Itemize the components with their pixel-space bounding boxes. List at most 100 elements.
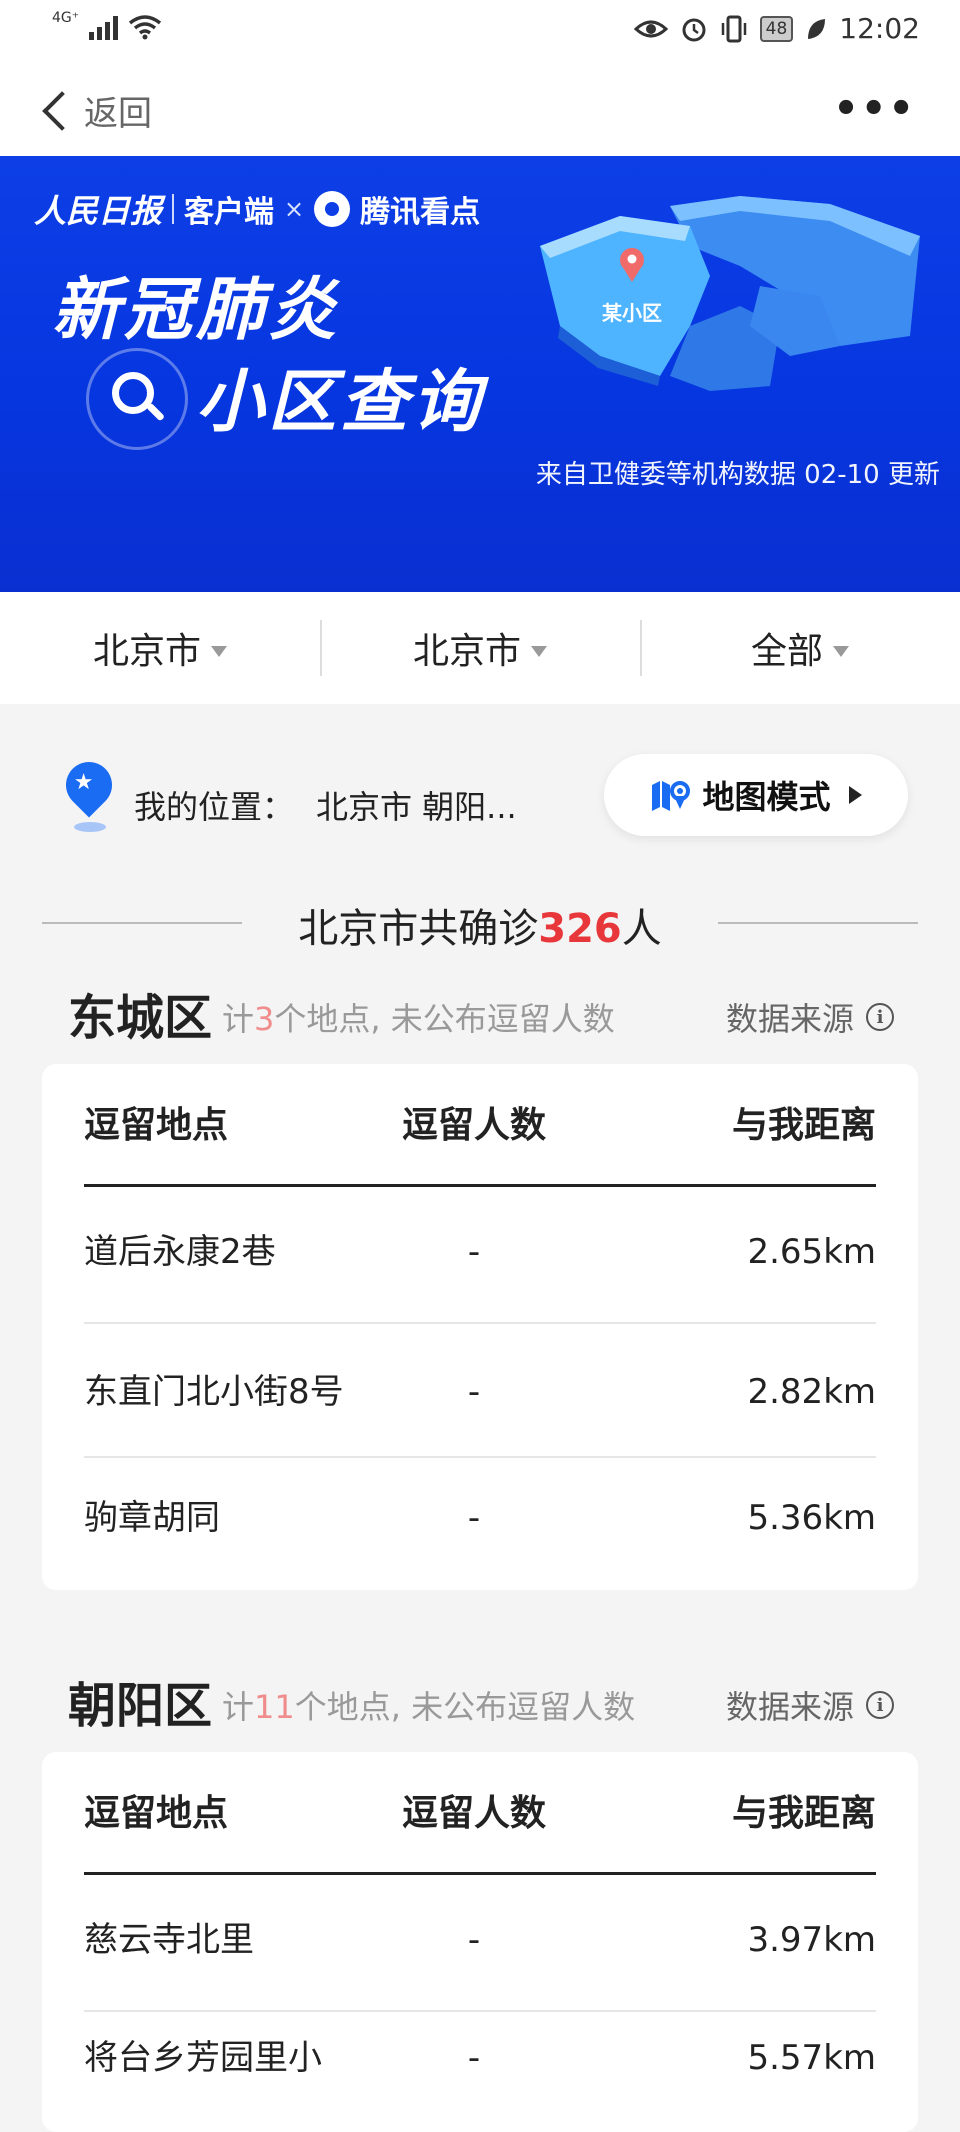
banner-title-line1: 新冠肺炎 (52, 271, 341, 350)
search-icon (112, 372, 154, 414)
map-mode-button[interactable]: 地图模式 (604, 754, 908, 836)
place-cell: 将台乡芳园里小 (84, 2038, 322, 2078)
data-source-link[interactable]: 数据来源 i (726, 994, 894, 1040)
signal-icon (89, 14, 119, 40)
total-suffix: 人 (621, 906, 662, 952)
people-cell: - (467, 2038, 481, 2078)
column-header-place: 逗留地点 (84, 1793, 229, 1834)
info-icon: i (866, 1003, 894, 1031)
place-cell: 道后永康2巷 (84, 1232, 276, 1272)
row-divider (84, 1322, 876, 1324)
filter-city-label: 北京市 (412, 631, 521, 672)
caret-down-icon (833, 645, 849, 657)
data-source-label: 数据来源 (725, 1000, 854, 1038)
filter-city[interactable]: 北京市 (320, 592, 640, 704)
people-cell: - (467, 1498, 481, 1538)
column-header-place: 逗留地点 (84, 1105, 229, 1146)
location-value[interactable]: 北京市 朝阳... (316, 782, 517, 828)
filter-district-label: 全部 (750, 631, 823, 672)
district-table-card: 逗留地点 逗留人数 与我距离 慈云寺北里 - 3.97km 将台乡芳园里小 - … (42, 1752, 918, 2132)
row-divider (84, 1456, 876, 1458)
people-cell: - (467, 1232, 481, 1272)
battery-icon: 48 (759, 15, 794, 42)
distance-cell: 2.82km (747, 1372, 876, 1412)
brand-peoples-daily: 人民日报 (34, 192, 163, 230)
status-bar: 4G⁺ 48 12:02 (0, 0, 960, 66)
back-button[interactable]: 返回 (38, 86, 152, 135)
pin-shadow (74, 822, 106, 832)
district-count: 计3个地点, 未公布逗留人数 (222, 994, 615, 1040)
table-row[interactable]: 将台乡芳园里小 - 5.57km (84, 2028, 876, 2088)
network-label: 4G⁺ (52, 10, 80, 26)
column-header-people: 逗留人数 (401, 1793, 546, 1834)
map-marker-label: 某小区 (602, 301, 662, 325)
leaf-icon (808, 18, 826, 39)
district-name: 东城区 (68, 990, 213, 1046)
people-cell: - (467, 1372, 481, 1412)
alarm-icon (682, 18, 706, 41)
brand-row: 人民日报 客户端 × 腾讯看点 (34, 186, 480, 232)
people-cell: - (467, 1920, 481, 1960)
brand-client: 客户端 (184, 195, 275, 230)
banner-title-line2: 小区查询 (196, 363, 485, 442)
count-number: 11 (254, 1688, 295, 1726)
filter-province[interactable]: 北京市 (0, 592, 320, 704)
count-prefix: 计 (222, 1000, 255, 1038)
table-row[interactable]: 驹章胡同 - 5.36km (84, 1488, 876, 1548)
info-icon: i (866, 1691, 894, 1719)
chevron-left-icon (42, 90, 82, 131)
place-cell: 慈云寺北里 (84, 1920, 254, 1960)
play-arrow-icon (848, 786, 862, 804)
row-divider (84, 2010, 876, 2012)
total-text: 北京市共确诊326人 (0, 896, 960, 954)
map-mode-label: 地图模式 (702, 778, 831, 816)
map-mode-icon (652, 781, 691, 811)
column-header-distance: 与我距离 (731, 1793, 876, 1834)
brand-x: × (284, 195, 305, 223)
more-icon[interactable]: ••• (833, 89, 916, 129)
divider-right (718, 922, 918, 924)
filter-district[interactable]: 全部 (640, 592, 960, 704)
data-source-link[interactable]: 数据来源 i (726, 1682, 894, 1728)
column-header-distance: 与我距离 (731, 1105, 876, 1146)
count-suffix: 个地点, 未公布逗留人数 (294, 1688, 636, 1726)
update-note: 来自卫健委等机构数据 02-10 更新 (535, 460, 940, 490)
brand-tencent: 腾讯看点 (360, 195, 481, 230)
location-pin-icon (56, 752, 122, 818)
distance-cell: 5.57km (747, 2038, 876, 2078)
wifi-icon (129, 15, 162, 40)
filter-province-label: 北京市 (92, 631, 201, 672)
count-number: 3 (254, 1000, 275, 1038)
table-row[interactable]: 慈云寺北里 - 3.97km (84, 1910, 876, 1970)
hero-banner: 人民日报 客户端 × 腾讯看点 新冠肺炎 小区查询 某小区 来自卫健委等机构数据… (0, 156, 960, 592)
district-header: 朝阳区 计11个地点, 未公布逗留人数 数据来源 i (68, 1666, 928, 1736)
location-label: 我的位置： (134, 788, 295, 826)
table-row[interactable]: 东直门北小街8号 - 2.82km (84, 1340, 876, 1444)
table-header-divider (84, 1184, 876, 1187)
table-header: 逗留地点 逗留人数 与我距离 (84, 1096, 876, 1156)
column-header-people: 逗留人数 (401, 1105, 546, 1146)
distance-cell: 2.65km (747, 1232, 876, 1272)
distance-cell: 5.36km (747, 1498, 876, 1538)
clock: 12:02 (839, 12, 920, 45)
filter-bar: 北京市 北京市 全部 (0, 592, 960, 704)
nav-bar: 返回 ••• (0, 66, 960, 156)
status-left: 4G⁺ (52, 10, 162, 40)
table-row[interactable]: 道后永康2巷 - 2.65km (84, 1222, 876, 1282)
district-header: 东城区 计3个地点, 未公布逗留人数 数据来源 i (68, 978, 928, 1048)
total-prefix: 北京市共确诊 (298, 906, 539, 952)
map-illustration: 某小区 (540, 196, 920, 391)
table-header-divider (84, 1872, 876, 1875)
eye-icon (633, 20, 668, 37)
caret-down-icon (211, 645, 227, 657)
distance-cell: 3.97km (747, 1920, 876, 1960)
tencent-eye-logo-icon (314, 191, 351, 227)
count-prefix: 计 (222, 1688, 255, 1726)
district-count: 计11个地点, 未公布逗留人数 (222, 1682, 635, 1728)
district-table-card: 逗留地点 逗留人数 与我距离 道后永康2巷 - 2.65km 东直门北小街8号 … (42, 1064, 918, 1590)
location-bar: 我的位置： 北京市 朝阳... 地图模式 (0, 704, 960, 884)
total-confirmed: 北京市共确诊326人 (0, 890, 960, 952)
back-label: 返回 (84, 94, 152, 134)
data-source-label: 数据来源 (725, 1688, 854, 1726)
table-header: 逗留地点 逗留人数 与我距离 (84, 1784, 876, 1844)
